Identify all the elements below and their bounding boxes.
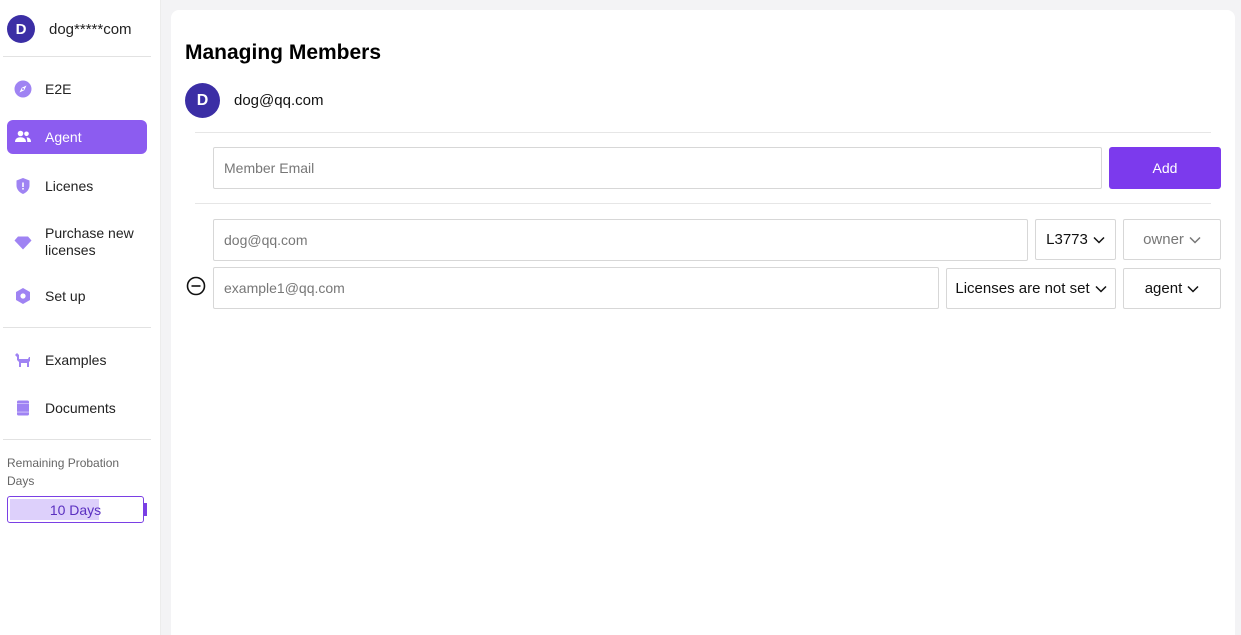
sidebar-item-label: E2E [45,80,72,97]
owner-email: dog@qq.com [234,92,324,109]
chevron-down-icon [1189,236,1201,244]
license-select[interactable]: L3773 [1035,219,1116,260]
settings-hex-icon [14,287,32,305]
sidebar-divider [3,56,151,57]
sidebar-item-label: Licenes [45,177,94,194]
sidebar-item-agent[interactable]: Agent [7,120,147,154]
member-email-input[interactable] [213,147,1102,189]
book-icon [14,399,32,417]
sidebar-item-label: Purchase new licenses [45,225,134,258]
account-switcher[interactable]: D dog*****com [7,14,151,44]
sidebar-item-label: Agent [45,128,82,145]
chevron-down-icon [1187,285,1199,293]
chevron-down-icon [1095,285,1107,293]
diamond-icon [14,233,32,251]
sidebar-item-label: Examples [45,351,107,368]
role-select-value: owner [1143,231,1184,248]
sidebar: D dog*****com E2E Agent Licenes Purchase… [0,0,161,635]
section-divider [195,132,1211,133]
sidebar-item-purchase-licenses[interactable]: Purchase new licenses [7,224,147,260]
probation-progress-cap [144,503,147,516]
chevron-down-icon [1093,236,1105,244]
probation-days-value: 10 Days [49,502,102,518]
shield-icon [14,177,32,195]
sidebar-item-documents[interactable]: Documents [7,391,147,425]
role-select[interactable]: agent [1123,268,1221,309]
probation-label: Remaining Probation Days [7,456,120,488]
dog-icon [14,351,32,369]
sidebar-item-examples[interactable]: Examples [7,343,147,377]
role-select-value: agent [1144,280,1183,297]
member-email-field[interactable] [213,267,939,309]
license-select[interactable]: Licenses are not set [946,268,1116,309]
page-title: Managing Members [185,41,382,64]
account-name: dog*****com [49,20,132,38]
users-icon [14,128,32,146]
role-select[interactable]: owner [1123,219,1221,260]
members-panel: Managing Members D dog@qq.com Add L3773 … [171,10,1235,635]
compass-icon [14,80,32,98]
sidebar-divider [3,439,151,440]
probation-progress: 10 Days [7,496,144,523]
member-email-field[interactable] [213,219,1028,261]
add-member-button[interactable]: Add [1109,147,1221,189]
owner-avatar: D [185,83,220,118]
minus-circle-icon [186,276,206,301]
license-select-value: L3773 [1046,231,1088,248]
remove-member-button[interactable] [186,276,206,301]
account-avatar: D [7,15,35,43]
license-select-value: Licenses are not set [955,280,1090,297]
sidebar-item-setup[interactable]: Set up [7,279,147,313]
sidebar-item-licenes[interactable]: Licenes [7,169,147,203]
sidebar-item-label: Documents [45,399,116,416]
section-divider [195,203,1211,204]
sidebar-divider [3,327,151,328]
sidebar-item-e2e[interactable]: E2E [7,72,147,106]
sidebar-item-label: Set up [45,287,86,304]
